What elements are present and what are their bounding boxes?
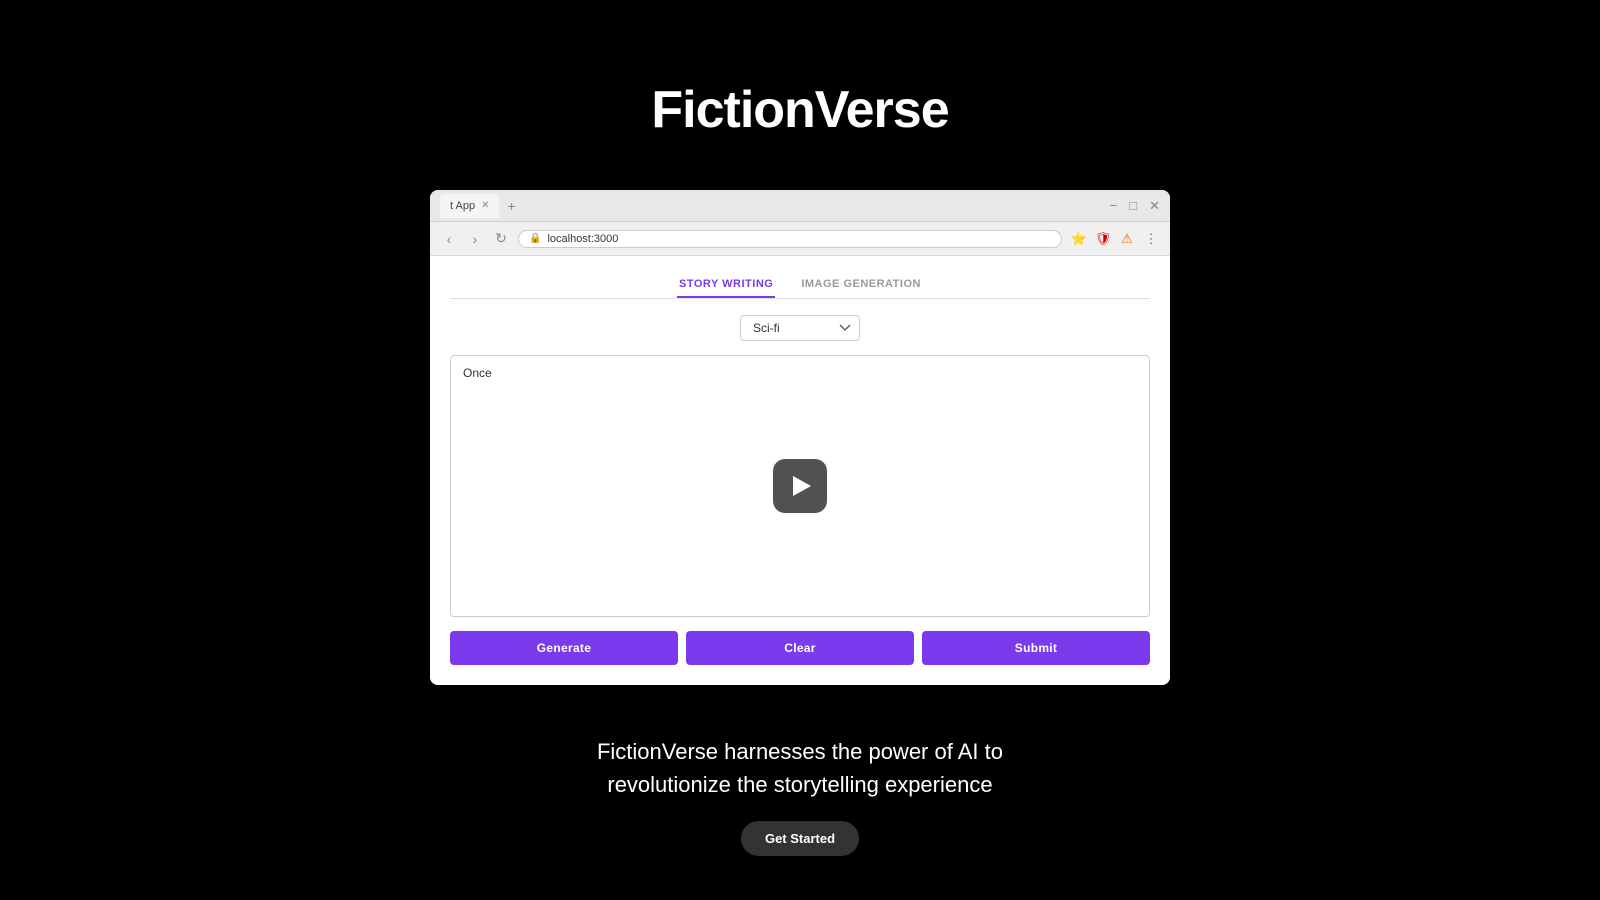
shield-icon: 🛡 [1094, 230, 1112, 248]
generate-button[interactable]: Generate [450, 631, 678, 665]
tab-close-icon[interactable]: ✕ [481, 200, 489, 211]
refresh-icon[interactable]: ↻ [492, 230, 510, 247]
bottom-section: FictionVerse harnesses the power of AI t… [597, 735, 1003, 856]
story-textarea[interactable]: Once [451, 356, 1149, 616]
submit-button[interactable]: Submit [922, 631, 1150, 665]
url-text: localhost:3000 [547, 233, 618, 245]
tab-story-writing[interactable]: STORY WRITING [677, 272, 775, 298]
action-buttons-row: Generate Clear Submit [450, 631, 1150, 665]
address-bar[interactable]: 🔒 localhost:3000 [518, 230, 1062, 248]
back-icon[interactable]: ‹ [440, 231, 458, 247]
app-content: STORY WRITING IMAGE GENERATION Sci-fi Fa… [430, 256, 1170, 685]
address-bar-row: ‹ › ↻ 🔒 localhost:3000 ⭐ 🛡 ⚠ ⋮ [430, 222, 1170, 256]
navigation-tabs: STORY WRITING IMAGE GENERATION [450, 272, 1150, 299]
close-window-icon[interactable]: ✕ [1149, 198, 1160, 214]
extensions-icon[interactable]: ⭐ [1070, 230, 1088, 248]
browser-extension-icons: ⭐ 🛡 ⚠ ⋮ [1070, 230, 1160, 248]
minimize-icon[interactable]: − [1110, 198, 1118, 213]
warning-icon: ⚠ [1118, 230, 1136, 248]
new-tab-icon[interactable]: + [507, 198, 515, 214]
browser-chrome: t App ✕ + − □ ✕ [430, 190, 1170, 222]
tab-image-generation[interactable]: IMAGE GENERATION [799, 272, 923, 298]
genre-row: Sci-fi Fantasy Mystery Romance Horror Th… [450, 315, 1150, 341]
maximize-icon[interactable]: □ [1129, 198, 1137, 213]
clear-button[interactable]: Clear [686, 631, 914, 665]
tab-label: t App [450, 200, 475, 212]
tagline: FictionVerse harnesses the power of AI t… [597, 735, 1003, 801]
app-title: FictionVerse [651, 80, 948, 140]
forward-icon[interactable]: › [466, 231, 484, 247]
lock-icon: 🔒 [529, 233, 541, 244]
story-textarea-container: Once [450, 355, 1150, 617]
browser-tab[interactable]: t App ✕ [440, 194, 499, 218]
menu-icon[interactable]: ⋮ [1142, 230, 1160, 248]
browser-window: t App ✕ + − □ ✕ ‹ › ↻ 🔒 localhost:3000 ⭐… [430, 190, 1170, 685]
genre-select[interactable]: Sci-fi Fantasy Mystery Romance Horror Th… [740, 315, 860, 341]
get-started-button[interactable]: Get Started [741, 821, 859, 856]
